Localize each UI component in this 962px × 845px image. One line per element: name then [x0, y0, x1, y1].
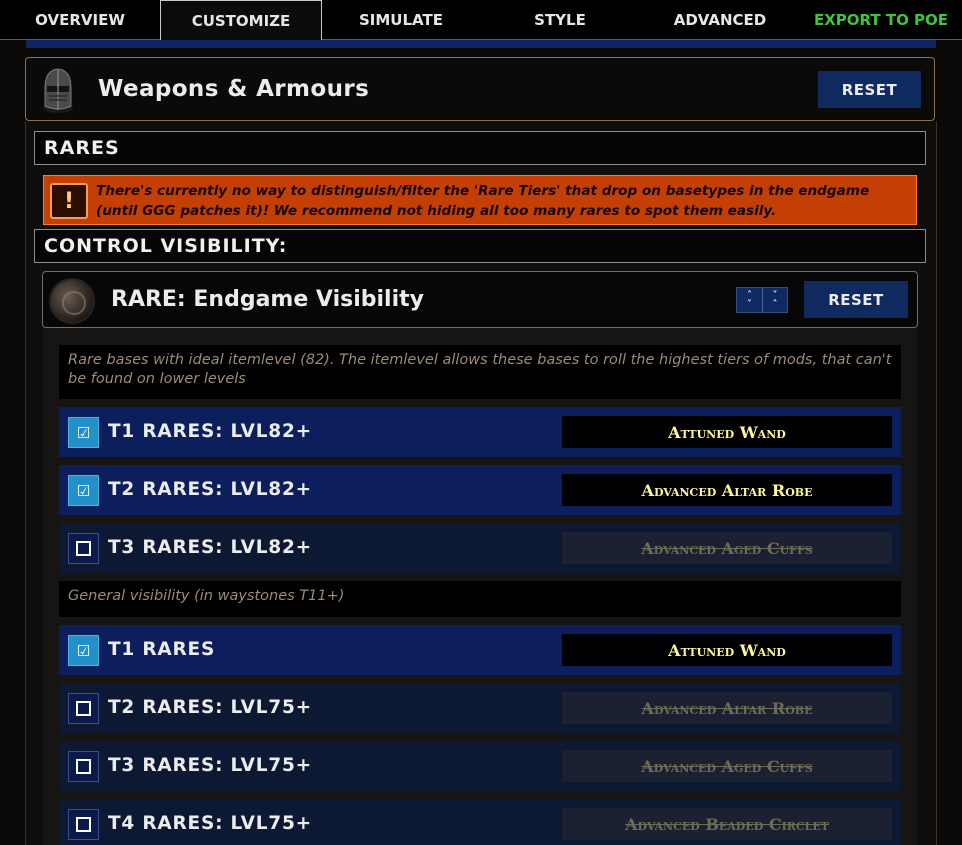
card-title: RARE: Endgame Visibility	[111, 287, 424, 312]
item-preview[interactable]: Advanced Beaded Circlet	[562, 808, 892, 840]
rule-checkbox[interactable]	[68, 693, 99, 724]
card-reset-button[interactable]: RESET	[804, 281, 908, 318]
rule-checkbox[interactable]	[68, 809, 99, 840]
tab-style[interactable]: STYLE	[480, 0, 640, 40]
item-preview[interactable]: Advanced Aged Cuffs	[562, 750, 892, 782]
panel-title: Weapons & Armours	[98, 76, 370, 102]
rule-row: T3 RARES: LVL82+ Advanced Aged Cuffs	[59, 523, 901, 573]
item-preview[interactable]: Attuned Wand	[562, 634, 892, 666]
helmet-icon	[43, 68, 73, 113]
rule-row: T1 RARES: LVL82+ Attuned Wand	[59, 407, 901, 457]
rule-row: T3 RARES: LVL75+ Advanced Aged Cuffs	[59, 741, 901, 791]
rule-checkbox[interactable]	[68, 751, 99, 782]
description-general-visibility: General visibility (in waystones T11+)	[59, 581, 901, 617]
item-preview[interactable]: Advanced Altar Robe	[562, 692, 892, 724]
rule-checkbox[interactable]	[68, 475, 99, 506]
rule-label: T1 RARES: LVL82+	[108, 421, 312, 442]
tab-overview[interactable]: OVERVIEW	[0, 0, 160, 40]
warning-banner: ! There's currently no way to distinguis…	[43, 175, 917, 225]
rare-orb-icon	[49, 278, 95, 324]
tab-export-to-poe[interactable]: EXPORT TO POE	[800, 0, 962, 40]
item-preview[interactable]: Attuned Wand	[562, 416, 892, 448]
expand-collapse-control: ˄ ˅ ˅ ˄	[736, 287, 788, 313]
rare-card-header: RARE: Endgame Visibility ˄ ˅ ˅ ˄ RESET	[42, 271, 918, 328]
exclamation-icon: !	[50, 183, 88, 219]
rule-row: T2 RARES: LVL75+ Advanced Altar Robe	[59, 683, 901, 733]
rule-row: T1 RARES Attuned Wand	[59, 625, 901, 675]
collapsed-panel-strip	[26, 40, 936, 48]
rule-row: T2 RARES: LVL82+ Advanced Altar Robe	[59, 465, 901, 515]
rule-label: T1 RARES	[108, 639, 216, 660]
section-header-rares: RARES	[34, 131, 926, 165]
tab-simulate[interactable]: SIMULATE	[322, 0, 480, 40]
collapse-all-icon[interactable]: ˅ ˄	[761, 288, 787, 312]
top-tab-bar: OVERVIEW CUSTOMIZE SIMULATE STYLE ADVANC…	[0, 0, 962, 40]
rule-checkbox[interactable]	[68, 533, 99, 564]
rule-label: T3 RARES: LVL75+	[108, 755, 312, 776]
tab-advanced[interactable]: ADVANCED	[640, 0, 800, 40]
rule-label: T4 RARES: LVL75+	[108, 813, 312, 834]
section-header-control-visibility: CONTROL VISIBILITY:	[34, 229, 926, 263]
item-preview[interactable]: Advanced Aged Cuffs	[562, 532, 892, 564]
panel-reset-button[interactable]: RESET	[818, 71, 921, 108]
rule-row: T4 RARES: LVL75+ Advanced Beaded Circlet	[59, 799, 901, 845]
tab-customize[interactable]: CUSTOMIZE	[160, 0, 322, 40]
rule-label: T2 RARES: LVL75+	[108, 697, 312, 718]
rule-checkbox[interactable]	[68, 417, 99, 448]
description-ideal-itemlevel: Rare bases with ideal itemlevel (82). Th…	[59, 345, 901, 399]
expand-all-icon[interactable]: ˄ ˅	[737, 288, 762, 312]
warning-text: There's currently no way to distinguish/…	[96, 183, 870, 219]
rule-checkbox[interactable]	[68, 635, 99, 666]
rule-label: T3 RARES: LVL82+	[108, 537, 312, 558]
item-preview[interactable]: Advanced Altar Robe	[562, 474, 892, 506]
weapons-armours-panel-header: Weapons & Armours RESET	[25, 57, 935, 121]
rule-label: T2 RARES: LVL82+	[108, 479, 312, 500]
